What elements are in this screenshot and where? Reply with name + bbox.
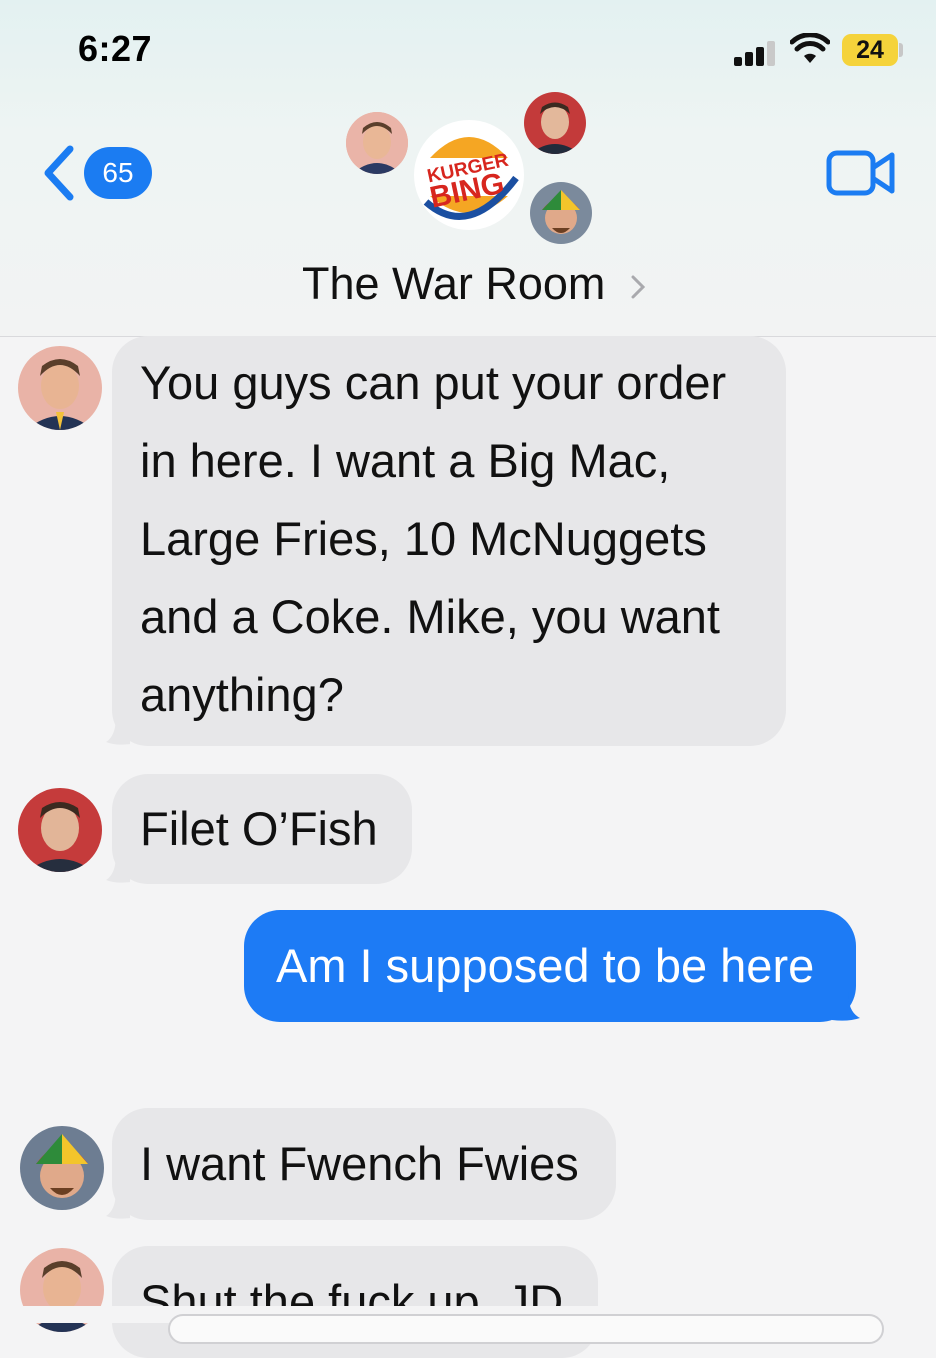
message-line: and a Coke. Mike, you want (140, 590, 720, 643)
member-avatar (346, 112, 408, 174)
member-avatar (530, 182, 592, 244)
sender-avatar[interactable] (20, 1126, 104, 1210)
kurger-bing-logo: KURGER BING (414, 120, 524, 230)
bubble-tail (106, 716, 130, 745)
message-bubble-outgoing[interactable]: Am I supposed to be here (244, 910, 856, 1022)
battery-indicator: 24 (842, 34, 898, 66)
message-line: I want Fwench Fwies (140, 1137, 579, 1190)
status-time: 6:27 (78, 28, 153, 69)
sender-avatar[interactable] (18, 346, 102, 430)
message-line: You guys can put your order (140, 356, 727, 409)
battery-nub (899, 43, 903, 57)
message-bubble[interactable]: You guys can put your order in here. I w… (112, 336, 786, 746)
message-line: Filet O’Fish (140, 802, 378, 855)
chevron-left-icon[interactable] (38, 143, 78, 203)
group-name[interactable]: The War Room (302, 258, 605, 310)
conversation-header: 6:27 24 65 KURGER BING The War Room (0, 0, 936, 337)
bubble-tail (106, 1190, 130, 1219)
message-line: in here. I want a Big Mac, (140, 434, 671, 487)
video-camera-icon[interactable] (826, 150, 896, 196)
bubble-tail (106, 854, 130, 883)
message-input[interactable] (168, 1314, 884, 1344)
back-unread-badge[interactable]: 65 (84, 147, 152, 199)
cellular-signal-icon (734, 40, 778, 66)
wifi-icon (790, 33, 830, 63)
message-bubble[interactable]: Filet O’Fish (112, 774, 412, 884)
message-line: Am I supposed to be here (276, 939, 815, 992)
member-avatar (524, 92, 586, 154)
message-line: anything? (140, 668, 344, 721)
message-bubble[interactable]: I want Fwench Fwies (112, 1108, 616, 1220)
message-line: Large Fries, 10 McNuggets (140, 512, 707, 565)
sender-avatar[interactable] (18, 788, 102, 872)
bubble-tail (832, 992, 860, 1021)
chevron-right-icon[interactable] (628, 272, 648, 302)
